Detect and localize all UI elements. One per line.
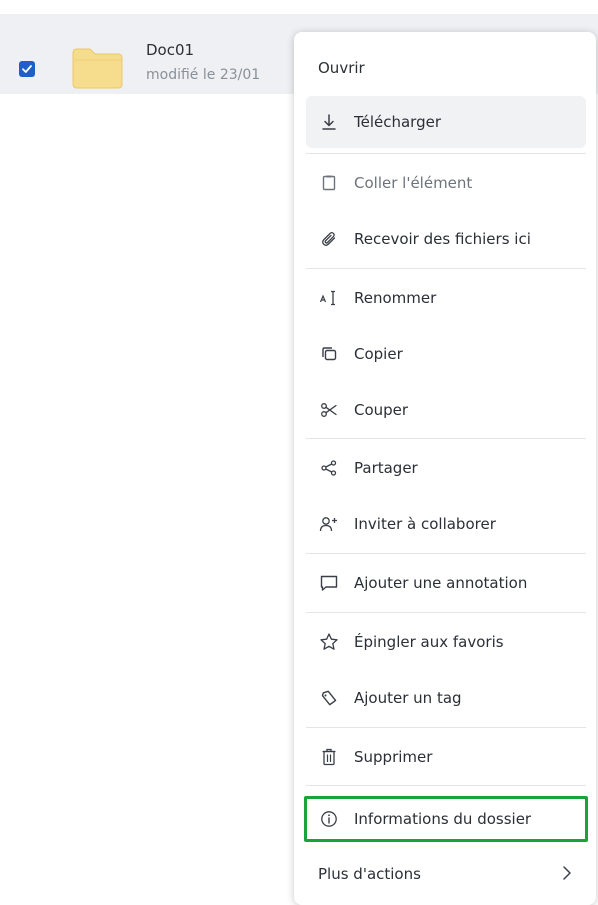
menu-item-annotate[interactable]: Ajouter une annotation (306, 557, 586, 609)
menu-item-label: Informations du dossier (354, 810, 532, 828)
menu-item-rename[interactable]: Renommer (306, 272, 586, 324)
menu-divider (306, 785, 586, 786)
menu-divider (306, 438, 586, 439)
menu-divider (306, 612, 586, 613)
menu-item-receive-files[interactable]: Recevoir des fichiers ici (306, 213, 586, 265)
menu-item-label: Couper (354, 401, 409, 419)
text-cursor-icon (318, 287, 340, 309)
trash-icon (318, 746, 340, 768)
menu-item-open[interactable]: Ouvrir (306, 42, 586, 94)
file-name[interactable]: Doc01 (146, 41, 194, 59)
menu-item-label: Ajouter un tag (354, 689, 462, 707)
menu-item-delete[interactable]: Supprimer (306, 731, 586, 783)
tag-icon (318, 687, 340, 709)
menu-divider (306, 153, 586, 154)
menu-item-label: Ouvrir (318, 59, 365, 77)
menu-item-label: Ajouter une annotation (354, 574, 528, 592)
menu-divider (306, 727, 586, 728)
copy-icon (318, 343, 340, 365)
menu-item-label: Coller l'élément (354, 174, 473, 192)
menu-item-pin-favorites[interactable]: Épingler aux favoris (306, 616, 586, 668)
menu-item-invite[interactable]: Inviter à collaborer (306, 498, 586, 550)
context-menu: Ouvrir Télécharger Coller l'élément Rece… (294, 32, 596, 905)
menu-item-label: Épingler aux favoris (354, 633, 504, 651)
download-icon (318, 111, 340, 133)
menu-item-label: Recevoir des fichiers ici (354, 230, 531, 248)
check-icon (22, 65, 32, 73)
menu-divider (306, 553, 586, 554)
share-icon (318, 457, 340, 479)
menu-item-add-tag[interactable]: Ajouter un tag (306, 672, 586, 724)
info-icon (318, 808, 340, 830)
select-checkbox[interactable] (19, 61, 35, 77)
menu-item-share[interactable]: Partager (306, 442, 586, 494)
folder-icon (70, 47, 124, 93)
menu-item-label: Supprimer (354, 748, 433, 766)
comment-icon (318, 572, 340, 594)
menu-item-label: Plus d'actions (318, 865, 421, 883)
add-user-icon (318, 513, 340, 535)
menu-item-cut[interactable]: Couper (306, 384, 586, 436)
menu-item-label: Inviter à collaborer (354, 515, 496, 533)
paperclip-icon (318, 228, 340, 250)
menu-item-more-actions[interactable]: Plus d'actions (306, 848, 586, 900)
star-icon (318, 631, 340, 653)
menu-item-label: Télécharger (354, 113, 442, 131)
menu-item-label: Copier (354, 345, 403, 363)
clipboard-icon (318, 172, 340, 194)
menu-item-download[interactable]: Télécharger (306, 96, 586, 148)
menu-item-label: Renommer (354, 289, 437, 307)
chevron-right-icon (562, 865, 572, 885)
menu-item-paste[interactable]: Coller l'élément (306, 157, 586, 209)
menu-item-copy[interactable]: Copier (306, 328, 586, 380)
scissors-icon (318, 399, 340, 421)
menu-item-label: Partager (354, 459, 418, 477)
menu-divider (306, 268, 586, 269)
menu-item-folder-info[interactable]: Informations du dossier (304, 796, 588, 842)
file-modified-date: modifié le 23/01 (146, 67, 261, 83)
